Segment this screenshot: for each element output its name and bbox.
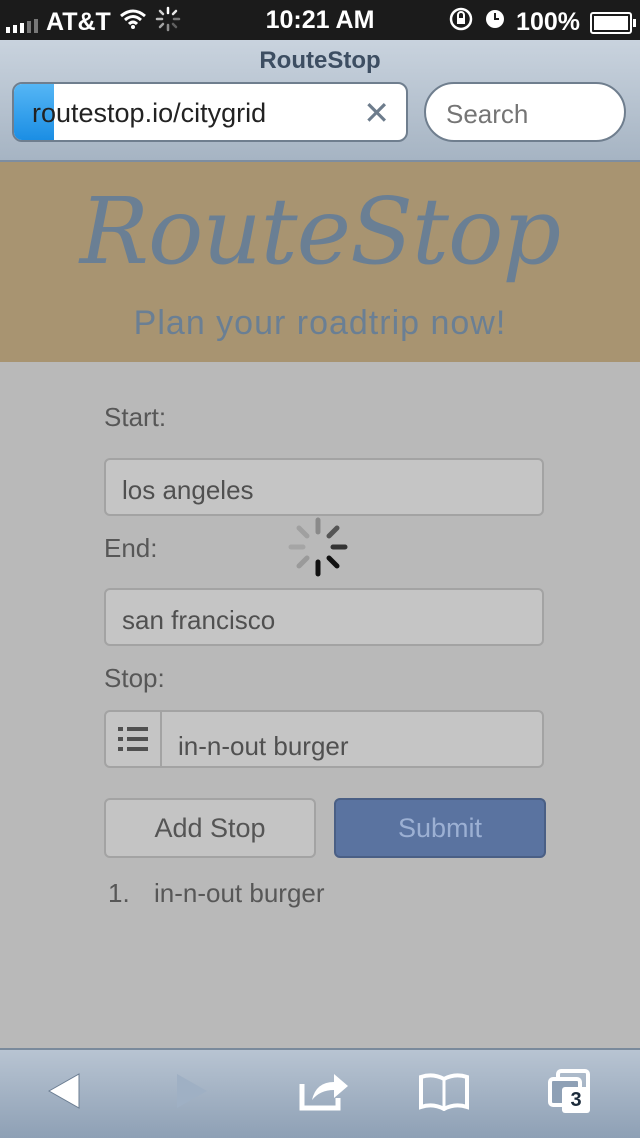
end-input[interactable] bbox=[120, 604, 524, 637]
alarm-clock-icon bbox=[484, 8, 506, 37]
list-item: 1. in-n-out burger bbox=[108, 878, 325, 909]
url-text[interactable]: routestop.io/citygrid bbox=[32, 98, 266, 129]
share-icon[interactable] bbox=[294, 1066, 354, 1116]
search-field[interactable] bbox=[424, 82, 626, 142]
address-bar[interactable]: routestop.io/citygrid ✕ bbox=[12, 82, 408, 142]
stop-field[interactable] bbox=[104, 710, 544, 768]
tab-count-badge: 3 bbox=[562, 1087, 590, 1113]
stop-number: 1. bbox=[108, 878, 130, 908]
end-field[interactable] bbox=[104, 588, 544, 646]
status-right: 100% bbox=[448, 6, 636, 39]
rotation-lock-icon bbox=[448, 6, 474, 39]
forward-icon[interactable] bbox=[162, 1066, 222, 1116]
stop-input[interactable] bbox=[176, 726, 540, 766]
clear-url-icon[interactable]: ✕ bbox=[363, 94, 390, 132]
battery-percent: 100% bbox=[516, 8, 580, 36]
stop-name: in-n-out burger bbox=[154, 878, 325, 908]
submit-button[interactable]: Submit bbox=[334, 798, 546, 858]
stop-list: 1. in-n-out burger bbox=[108, 878, 325, 909]
site-logo: RouteStop bbox=[79, 178, 562, 285]
status-bar: AT&T 10:21 AM 100% bbox=[0, 0, 640, 40]
start-label: Start: bbox=[104, 402, 167, 432]
back-icon[interactable] bbox=[34, 1066, 94, 1116]
search-input[interactable] bbox=[444, 98, 618, 131]
battery-icon bbox=[590, 11, 636, 34]
add-stop-button[interactable]: Add Stop bbox=[104, 798, 316, 858]
list-icon[interactable] bbox=[106, 712, 162, 766]
stop-label: Stop: bbox=[104, 663, 165, 693]
loading-spinner-icon bbox=[287, 516, 349, 578]
site-tagline: Plan your roadtrip now! bbox=[133, 304, 507, 342]
start-field[interactable] bbox=[104, 458, 544, 516]
start-input[interactable] bbox=[120, 474, 524, 507]
bookmarks-icon[interactable] bbox=[414, 1066, 474, 1116]
end-label: End: bbox=[104, 533, 158, 563]
page-title: RouteStop bbox=[259, 47, 381, 74]
